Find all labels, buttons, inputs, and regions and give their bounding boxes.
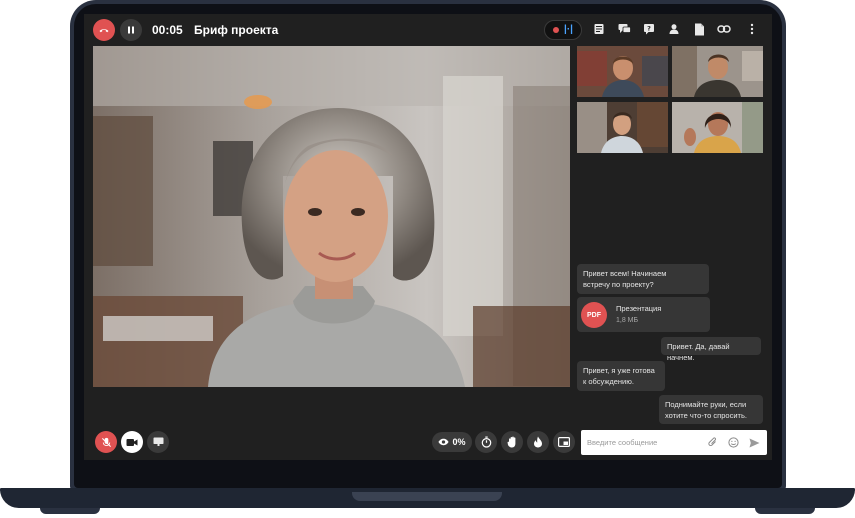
message-line: Привет, я уже готова bbox=[583, 366, 655, 375]
pdf-file-icon: PDF bbox=[581, 302, 607, 328]
fire-icon bbox=[534, 436, 542, 448]
speaker-video-frame bbox=[93, 46, 570, 387]
screen-share-icon bbox=[153, 437, 163, 446]
video-camera-icon bbox=[126, 438, 138, 446]
emoji-icon[interactable] bbox=[727, 436, 740, 449]
document-icon[interactable] bbox=[692, 22, 706, 36]
main-speaker-video[interactable] bbox=[93, 46, 570, 387]
pause-button[interactable] bbox=[120, 19, 142, 41]
chat-message: Привет всем! Начинаем встречу по проекту… bbox=[577, 264, 709, 294]
message-composer bbox=[581, 430, 767, 455]
participants-icon[interactable] bbox=[667, 22, 681, 36]
viewers-indicator[interactable]: 0% bbox=[432, 432, 472, 452]
link-icon[interactable] bbox=[717, 22, 731, 36]
more-menu-icon[interactable] bbox=[745, 22, 759, 36]
participant-tile[interactable] bbox=[672, 46, 763, 97]
pause-icon bbox=[128, 26, 134, 34]
file-attachment[interactable]: PDF Презентация 1,8 МБ bbox=[577, 297, 710, 332]
participant-video bbox=[672, 102, 763, 153]
chat-message: Привет, я уже готова к обсуждению. bbox=[577, 361, 665, 391]
file-size: 1,8 МБ bbox=[616, 317, 639, 324]
chat-message-own: Поднимайте руки, если хотите что-то спро… bbox=[659, 395, 763, 424]
reactions-button[interactable] bbox=[527, 431, 549, 453]
screen-share-button[interactable] bbox=[147, 431, 169, 453]
chat-icon[interactable] bbox=[617, 22, 631, 36]
timer-button[interactable] bbox=[475, 431, 497, 453]
mute-mic-button[interactable] bbox=[95, 431, 117, 453]
svg-text:?: ? bbox=[647, 25, 651, 33]
hang-up-button[interactable] bbox=[93, 19, 115, 41]
message-line: Привет всем! Начинаем bbox=[583, 269, 667, 278]
call-timer: 00:05 bbox=[152, 23, 183, 37]
picture-in-picture-icon bbox=[558, 437, 570, 447]
participant-video bbox=[577, 46, 668, 97]
notes-icon[interactable] bbox=[592, 22, 606, 36]
message-line: хотите что-то спросить. bbox=[665, 411, 747, 420]
phone-hangup-icon bbox=[99, 29, 109, 33]
camera-button[interactable] bbox=[121, 431, 143, 453]
laptop-foot-right bbox=[755, 508, 815, 514]
eye-icon bbox=[438, 438, 450, 446]
message-line: к обсуждению. bbox=[583, 377, 634, 386]
attach-icon[interactable] bbox=[706, 436, 719, 449]
stopwatch-icon bbox=[481, 436, 491, 448]
viewers-percent: 0% bbox=[452, 437, 466, 447]
message-line: Привет. Да, давай начнем. bbox=[667, 342, 730, 362]
recording-indicator[interactable]: |·| bbox=[544, 20, 582, 40]
audio-wave-icon: |·| bbox=[564, 24, 573, 35]
participant-video bbox=[672, 46, 763, 97]
participant-video bbox=[577, 102, 668, 153]
record-dot-icon bbox=[553, 27, 560, 33]
help-icon[interactable]: ? bbox=[642, 22, 656, 36]
message-line: Поднимайте руки, если bbox=[665, 400, 747, 409]
picture-in-picture-button[interactable] bbox=[553, 431, 575, 453]
mic-off-icon bbox=[101, 437, 111, 447]
participant-tile[interactable] bbox=[577, 102, 668, 153]
file-name: Презентация bbox=[616, 304, 662, 313]
participant-tile[interactable] bbox=[577, 46, 668, 97]
message-line: встречу по проекту? bbox=[583, 280, 654, 289]
raise-hand-button[interactable] bbox=[501, 431, 523, 453]
message-input[interactable] bbox=[587, 435, 697, 449]
chat-message-own: Привет. Да, давай начнем. bbox=[661, 337, 761, 362]
send-icon[interactable] bbox=[748, 436, 761, 449]
call-title: Бриф проекта bbox=[194, 23, 279, 37]
video-call-app: 00:05 Бриф проекта |·| ? Привет всем! На… bbox=[84, 14, 772, 460]
top-bar: 00:05 Бриф проекта |·| ? bbox=[84, 14, 772, 46]
laptop-notch bbox=[352, 492, 502, 501]
participant-tile[interactable] bbox=[672, 102, 763, 153]
hand-icon bbox=[507, 436, 515, 448]
laptop-foot-left bbox=[40, 508, 100, 514]
